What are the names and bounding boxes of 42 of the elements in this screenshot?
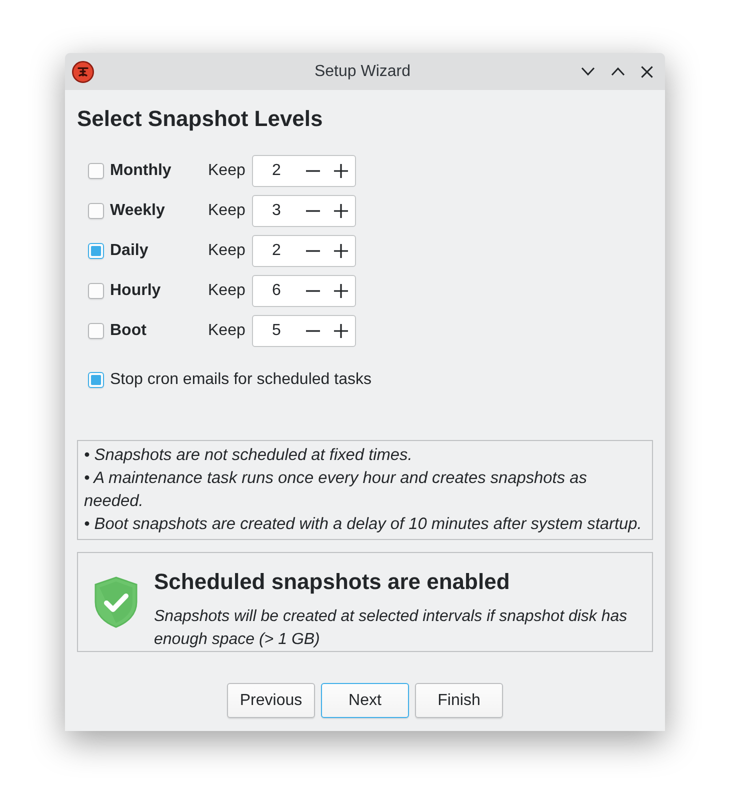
finish-button[interactable]: Finish (415, 683, 503, 718)
keep-label: Keep (208, 202, 246, 220)
keep-label: Keep (208, 322, 246, 340)
keep-label: Keep (208, 242, 246, 260)
plus-icon[interactable] (334, 284, 348, 298)
status-title: Scheduled snapshots are enabled (154, 568, 511, 596)
status-message: Snapshots will be created at selected intervals if snapshot disk has enough space (> 1 GB) (154, 607, 628, 650)
checkbox-label: Daily (110, 242, 150, 260)
checkbox-label: Stop cron emails for scheduled tasks (110, 371, 372, 389)
keep-label: Keep (208, 162, 246, 180)
checkbox[interactable] (88, 372, 104, 388)
note-text: • A maintenance task runs once every hour and creates snapshots as needed. (84, 468, 588, 512)
plus-icon[interactable] (334, 204, 348, 218)
checkbox-label: Hourly (110, 282, 162, 300)
close-icon[interactable] (641, 66, 653, 78)
plus-icon[interactable] (334, 164, 348, 178)
chevron-down-icon[interactable] (581, 67, 595, 76)
previous-button[interactable]: Previous (227, 683, 315, 718)
checkbox-label: Weekly (110, 202, 166, 220)
spin-box[interactable]: 6 (252, 275, 356, 307)
checkbox[interactable] (88, 283, 104, 299)
note-text: • Snapshots are not scheduled at fixed times. (84, 445, 414, 466)
window-title: Setup Wizard (314, 62, 411, 80)
checkbox[interactable] (88, 323, 104, 339)
checkbox[interactable] (88, 163, 104, 179)
checkbox[interactable] (88, 243, 104, 259)
keep-label: Keep (208, 282, 246, 300)
shield-check-icon (94, 576, 138, 628)
spin-box[interactable]: 5 (252, 315, 356, 347)
logo-icon (72, 60, 94, 82)
plus-icon[interactable] (334, 324, 348, 338)
checkbox-label: Monthly (110, 162, 172, 180)
page-heading: Select Snapshot Levels (77, 105, 324, 133)
plus-icon[interactable] (334, 244, 348, 258)
spin-box[interactable]: 2 (252, 155, 356, 187)
note-text: • Boot snapshots are created with a delay of 10 minutes after system startup. (84, 514, 643, 535)
next-button[interactable]: Next (321, 683, 409, 718)
spin-box[interactable]: 2 (252, 235, 356, 267)
chevron-up-icon[interactable] (611, 67, 625, 76)
checkbox-label: Boot (110, 322, 148, 340)
spin-box[interactable]: 3 (252, 195, 356, 227)
checkbox[interactable] (88, 203, 104, 219)
